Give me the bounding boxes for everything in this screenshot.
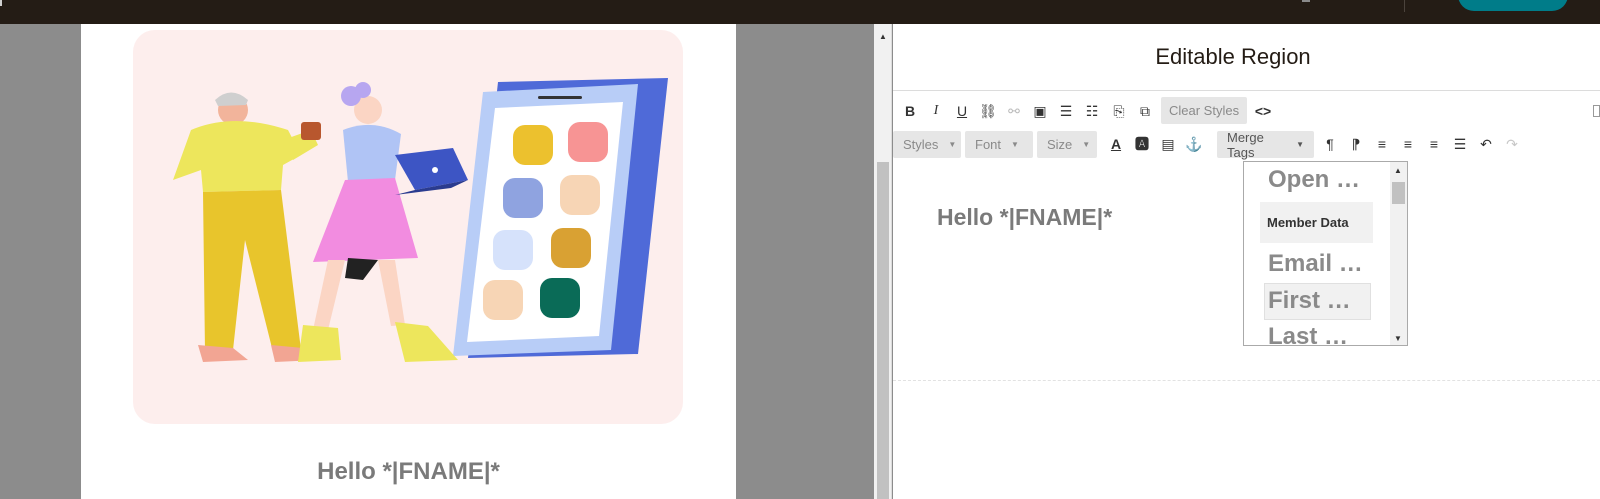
scroll-up-arrow-icon[interactable]: ▲ [1394,166,1402,175]
anchor-icon[interactable]: ⚓ [1183,132,1205,156]
top-bar [0,0,1600,24]
size-dropdown[interactable]: Size ▼ [1037,131,1097,158]
clear-styles-button[interactable]: Clear Styles [1161,97,1248,124]
image-icon[interactable]: ▣ [1029,99,1051,123]
top-bar-divider [1404,0,1405,12]
font-dropdown[interactable]: Font ▼ [965,131,1033,158]
bold-icon[interactable]: B [899,99,921,123]
pane-scrollbar[interactable]: ▲ [874,24,892,499]
merge-tags-label: Merge Tags [1227,129,1264,160]
font-label: Font [975,137,1002,152]
underline-icon[interactable]: U [951,99,973,123]
background-color-icon[interactable]: 🅰 [1131,132,1153,156]
scrollbar-thumb[interactable] [877,162,889,499]
scroll-down-arrow-icon[interactable]: ▼ [1394,334,1402,343]
paragraph-ltr-icon[interactable]: ¶ [1319,132,1341,156]
email-preview-area: Hello *|FNAME|* [0,24,874,499]
scroll-up-arrow-icon[interactable]: ▲ [879,32,887,41]
merge-tag-email[interactable]: Email … [1268,250,1363,278]
block-icon[interactable]: ▤ [1157,132,1179,156]
merge-tags-menu: Open … Member Data Email … First … Last … [1243,161,1408,346]
paste-icon[interactable]: ⎘ [1108,99,1130,123]
redo-icon[interactable]: ↷ [1501,132,1523,156]
unordered-list-icon[interactable]: ☷ [1081,99,1103,123]
ordered-list-icon[interactable]: ☰ [1055,99,1077,123]
merge-group-member-data: Member Data [1260,202,1373,243]
chevron-down-icon: ▼ [1082,140,1091,149]
chevron-down-icon: ▼ [948,140,957,149]
email-canvas: Hello *|FNAME|* [81,24,736,499]
merge-tag-open[interactable]: Open … [1268,166,1360,194]
top-bar-edge-mark [0,0,2,6]
source-code-icon[interactable]: <> [1252,99,1274,123]
chevron-down-icon: ▼ [1011,140,1019,149]
text-color-icon[interactable]: A [1105,132,1127,156]
preview-greeting: Hello *|FNAME|* [317,458,500,485]
top-bar-chevron-icon[interactable] [1302,0,1310,2]
size-label: Size [1047,137,1073,152]
undo-icon[interactable]: ↶ [1475,132,1497,156]
editor-title: Editable Region [1155,44,1311,69]
align-right-icon[interactable]: ≡ [1423,132,1445,156]
merge-tag-first[interactable]: First … [1268,287,1351,315]
merge-menu-scroll-thumb[interactable] [1392,182,1405,204]
align-center-icon[interactable]: ≡ [1397,132,1419,156]
merge-tags-dropdown[interactable]: Merge Tags ▼ [1217,129,1314,160]
align-justify-icon[interactable]: ☰ [1449,132,1471,156]
editor-title-divider [893,90,1600,91]
paragraph-rtl-icon[interactable]: ⁋ [1345,132,1367,156]
italic-icon[interactable]: I [925,99,947,123]
merge-menu-scrollbar[interactable]: ▲ ▼ [1390,162,1407,345]
primary-action-button[interactable] [1458,0,1568,11]
chevron-down-icon: ▼ [1296,140,1304,149]
link-icon[interactable]: ⛓ [977,99,999,123]
paste-text-icon[interactable]: ⧉ [1134,99,1156,123]
merge-tag-last[interactable]: Last … [1268,323,1348,345]
hero-illustration [133,30,683,424]
maximize-icon[interactable] [1593,105,1600,117]
styles-dropdown[interactable]: Styles ▼ [893,131,961,158]
unlink-icon[interactable]: ⚯ [1003,99,1025,123]
styles-label: Styles [903,137,939,152]
editor-greeting: Hello *|FNAME|* [937,204,1113,230]
align-left-icon[interactable]: ≡ [1371,132,1393,156]
